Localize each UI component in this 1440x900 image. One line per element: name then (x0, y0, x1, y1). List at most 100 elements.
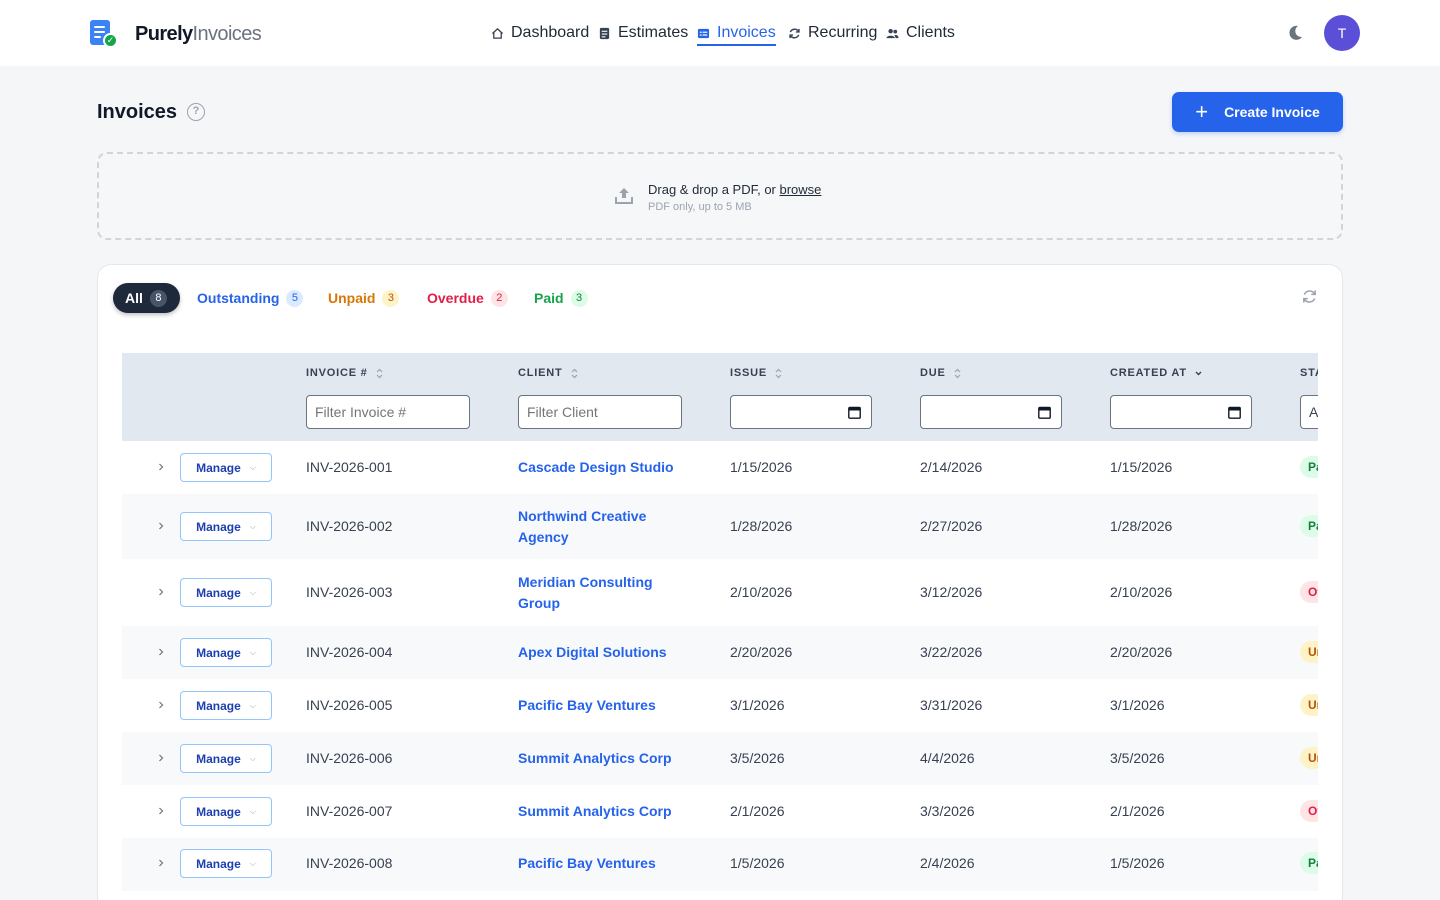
header-invoice-number[interactable]: INVOICE # (306, 367, 383, 379)
browse-link[interactable]: browse (780, 182, 822, 197)
brand-logo[interactable]: ✓ PurelyInvoices (90, 19, 262, 49)
chevron-right-icon[interactable] (157, 807, 165, 815)
nav-recurring[interactable]: Recurring (788, 24, 877, 42)
nav-estimates[interactable]: Estimates (598, 24, 688, 42)
dropzone-title: Drag & drop a PDF, or browse (648, 182, 822, 197)
chevron-down-icon: ⌵ (249, 521, 256, 531)
chevron-right-icon[interactable] (157, 588, 165, 596)
header-client[interactable]: CLIENT (518, 367, 578, 379)
status-badge: Overdue (1300, 800, 1318, 822)
filter-issue-date[interactable] (730, 395, 872, 429)
client-link[interactable]: Summit Analytics Corp (518, 748, 678, 769)
header-issue[interactable]: ISSUE (730, 367, 782, 379)
sort-icon (376, 368, 383, 378)
filter-status-select[interactable]: All (1300, 395, 1318, 429)
due-date: 4/4/2026 (920, 750, 975, 766)
filter-invoice-input[interactable] (306, 395, 470, 429)
chevron-down-icon: ⌵ (249, 753, 256, 763)
chevron-down-icon: ⌵ (249, 858, 256, 868)
invoice-number: INV-2026-003 (306, 584, 393, 600)
chevron-down-icon: ⌵ (249, 647, 256, 657)
status-badge: Paid (1300, 852, 1318, 874)
header-due[interactable]: DUE (920, 367, 961, 379)
user-avatar[interactable]: T (1324, 15, 1360, 51)
nav-invoices[interactable]: Invoices (697, 24, 776, 46)
client-link[interactable]: Meridian Consulting Group (518, 572, 678, 614)
due-date: 3/3/2026 (920, 803, 975, 819)
chevron-right-icon[interactable] (157, 701, 165, 709)
table-row: Manage ⌵ INV-2026-005 Pacific Bay Venture… (122, 679, 1318, 732)
table-row: Manage ⌵ INV-2026-004 Apex Digital Soluti… (122, 626, 1318, 679)
filter-due-date[interactable] (920, 395, 1062, 429)
dark-mode-moon-icon[interactable] (1286, 24, 1304, 42)
pdf-dropzone[interactable]: Drag & drop a PDF, or browse PDF only, u… (97, 152, 1343, 240)
status-badge: Overdue (1300, 581, 1318, 603)
nav-dashboard[interactable]: Dashboard (491, 24, 589, 42)
table-row: Manage ⌵ INV-2026-006 Summit Analytics Co… (122, 732, 1318, 785)
sort-icon (775, 368, 782, 378)
tab-count-badge: 2 (490, 289, 508, 307)
dropzone-subtitle: PDF only, up to 5 MB (648, 201, 752, 213)
manage-button[interactable]: Manage ⌵ (180, 512, 272, 541)
created-date: 2/20/2026 (1110, 644, 1173, 660)
create-invoice-button[interactable]: + Create Invoice (1172, 92, 1343, 132)
due-date: 2/14/2026 (920, 459, 983, 475)
chevron-down-icon: ⌵ (249, 806, 256, 816)
invoice-icon (697, 28, 710, 38)
chevron-right-icon[interactable] (157, 648, 165, 656)
header-status[interactable]: STATUS (1300, 367, 1318, 379)
invoice-number: INV-2026-008 (306, 855, 393, 871)
chevron-right-icon[interactable] (157, 463, 165, 471)
help-icon[interactable]: ? (187, 103, 205, 121)
client-link[interactable]: Cascade Design Studio (518, 457, 678, 478)
manage-button[interactable]: Manage ⌵ (180, 797, 272, 826)
due-date: 3/31/2026 (920, 697, 983, 713)
tab-all[interactable]: All 8 (113, 283, 180, 313)
manage-button[interactable]: Manage ⌵ (180, 453, 272, 482)
sort-icon (571, 368, 577, 378)
plus-icon: + (1195, 99, 1209, 124)
tab-count-badge: 5 (286, 289, 304, 307)
chevron-down-icon: ⌵ (249, 700, 256, 710)
nav-clients[interactable]: Clients (886, 24, 955, 42)
client-link[interactable]: Summit Analytics Corp (518, 801, 678, 822)
tab-count-badge: 8 (149, 289, 167, 307)
manage-button[interactable]: Manage ⌵ (180, 578, 272, 607)
created-date: 3/5/2026 (1110, 750, 1165, 766)
status-badge: Paid (1300, 456, 1318, 478)
calendar-icon (1038, 406, 1051, 419)
document-icon (599, 27, 610, 39)
tab-unpaid[interactable]: Unpaid 3 (328, 283, 400, 313)
invoice-number: INV-2026-002 (306, 518, 393, 534)
created-date: 2/1/2026 (1110, 803, 1165, 819)
filter-created-date[interactable] (1110, 395, 1252, 429)
header-created-at[interactable]: CREATED AT (1110, 367, 1202, 379)
client-link[interactable]: Northwind Creative Agency (518, 506, 678, 548)
table-row: Manage ⌵ INV-2026-007 Summit Analytics Co… (122, 785, 1318, 838)
client-link[interactable]: Pacific Bay Ventures (518, 695, 678, 716)
manage-button[interactable]: Manage ⌵ (180, 744, 272, 773)
manage-button[interactable]: Manage ⌵ (180, 849, 272, 878)
chevron-right-icon[interactable] (157, 859, 165, 867)
filter-client-input[interactable] (518, 395, 682, 429)
tab-outstanding[interactable]: Outstanding 5 (197, 283, 304, 313)
table-row: Manage ⌵ INV-2026-008 Pacific Bay Venture… (122, 838, 1318, 891)
status-badge: Paid (1300, 515, 1318, 537)
home-icon (491, 27, 504, 39)
chevron-right-icon[interactable] (157, 754, 165, 762)
tab-overdue[interactable]: Overdue 2 (427, 283, 508, 313)
client-link[interactable]: Pacific Bay Ventures (518, 853, 678, 874)
created-date: 1/5/2026 (1110, 855, 1165, 871)
manage-button[interactable]: Manage ⌵ (180, 638, 272, 667)
chevron-right-icon[interactable] (157, 522, 165, 530)
sort-desc-icon (1195, 371, 1202, 375)
due-date: 3/12/2026 (920, 584, 983, 600)
calendar-icon (848, 406, 861, 419)
client-link[interactable]: Apex Digital Solutions (518, 642, 678, 663)
invoice-number: INV-2026-006 (306, 750, 393, 766)
refresh-icon[interactable] (1301, 288, 1318, 305)
manage-button[interactable]: Manage ⌵ (180, 691, 272, 720)
users-icon (886, 28, 899, 38)
tab-paid[interactable]: Paid 3 (534, 283, 588, 313)
sort-icon (954, 368, 961, 378)
